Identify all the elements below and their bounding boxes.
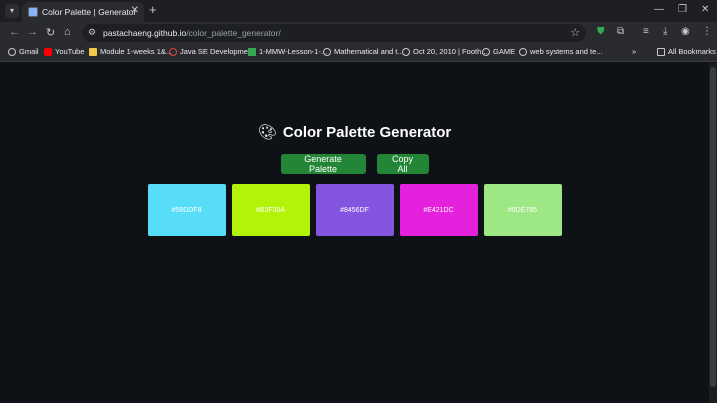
color-swatch[interactable]: #8456DF [315, 184, 394, 236]
back-icon[interactable]: ← [9, 26, 20, 38]
page-favicon-icon [28, 7, 38, 17]
scrollbar-thumb[interactable] [710, 67, 716, 387]
all-bookmarks[interactable]: All Bookmarks [657, 47, 716, 56]
forward-icon[interactable]: → [27, 26, 38, 38]
tab-color-palette[interactable]: Color Palette | Generator ✕ [22, 2, 144, 22]
globe-icon [482, 47, 490, 56]
bookmark-game[interactable]: GAME [482, 47, 515, 56]
bookmarks-overflow-icon[interactable]: » [632, 47, 636, 56]
address-bar[interactable]: ⚙ pastachaeng.github.io/color_palette_ge… [82, 24, 586, 42]
media-controls-icon[interactable]: ≡ [643, 26, 649, 37]
drive-icon [248, 47, 256, 56]
profile-avatar-icon[interactable]: ◉ [681, 26, 690, 37]
tab-title: Color Palette | Generator [42, 7, 137, 17]
home-icon[interactable]: ⌂ [64, 26, 71, 38]
menu-dots-icon[interactable]: ⋮ [702, 26, 712, 37]
bookmark-java[interactable]: Java SE Developme... [169, 47, 254, 56]
color-swatch[interactable]: #9DE785 [483, 184, 562, 236]
copy-all-button[interactable]: Copy All [376, 154, 429, 174]
folder-icon [657, 47, 665, 56]
palette-icon: 🎨︎ [257, 123, 277, 141]
folder-icon [89, 47, 97, 56]
shield-extension-icon[interactable]: ⛊ [597, 26, 605, 37]
bookmark-websystems[interactable]: web systems and te... [519, 47, 603, 56]
action-buttons: Generate Palette Copy All [0, 154, 709, 174]
page-scrollbar[interactable] [709, 63, 717, 403]
reload-icon[interactable]: ↻ [46, 26, 55, 39]
extensions-icon[interactable]: ⧉ [617, 26, 624, 37]
bookmark-oct20[interactable]: Oct 20, 2010 | Footh... [402, 47, 488, 56]
bookmark-youtube[interactable]: YouTube [44, 47, 84, 56]
page-title: Color Palette Generator [282, 123, 452, 141]
palette-swatches: #58DDF8 #B3F30A #8456DF #E421DC #9DE785 [0, 184, 709, 236]
color-swatch[interactable]: #B3F30A [231, 184, 310, 236]
page-heading: 🎨︎ Color Palette Generator [0, 122, 709, 142]
bookmarks-bar: Gmail YouTube Module 1-weeks 1&... Java … [0, 44, 717, 62]
color-swatch[interactable]: #E421DC [399, 184, 478, 236]
download-icon[interactable]: ⤓ [663, 26, 667, 37]
color-swatch[interactable]: #58DDF8 [147, 184, 226, 236]
browser-toolbar: ← → ↻ ⌂ ⚙ pastachaeng.github.io/color_pa… [0, 22, 717, 44]
youtube-icon [44, 47, 52, 56]
generate-palette-button[interactable]: Generate Palette [280, 154, 366, 174]
bookmark-module[interactable]: Module 1-weeks 1&... [89, 47, 172, 56]
bookmark-gmail[interactable]: Gmail [8, 47, 39, 56]
minimize-icon[interactable]: — [654, 4, 664, 15]
close-window-icon[interactable]: ✕ [701, 4, 709, 15]
tab-search-icon[interactable]: ▾ [5, 4, 19, 18]
new-tab-icon[interactable]: + [149, 2, 157, 17]
close-tab-icon[interactable]: ✕ [131, 5, 139, 16]
site-info-icon[interactable]: ⚙ [88, 27, 96, 38]
globe-icon [323, 47, 331, 56]
globe-icon [8, 47, 16, 56]
bookmark-mmw[interactable]: 1-MMW-Lesson-1-... [248, 47, 327, 56]
globe-icon [519, 47, 527, 56]
globe-icon [402, 47, 410, 56]
url-text: pastachaeng.github.io/color_palette_gene… [103, 28, 281, 38]
bookmark-star-icon[interactable]: ☆ [570, 26, 580, 39]
restore-icon[interactable]: ❐ [678, 4, 687, 15]
bookmark-mathematical[interactable]: Mathematical and t... [323, 47, 404, 56]
java-icon [169, 47, 177, 56]
tab-bar: ▾ Color Palette | Generator ✕ + — ❐ ✕ [0, 0, 717, 22]
